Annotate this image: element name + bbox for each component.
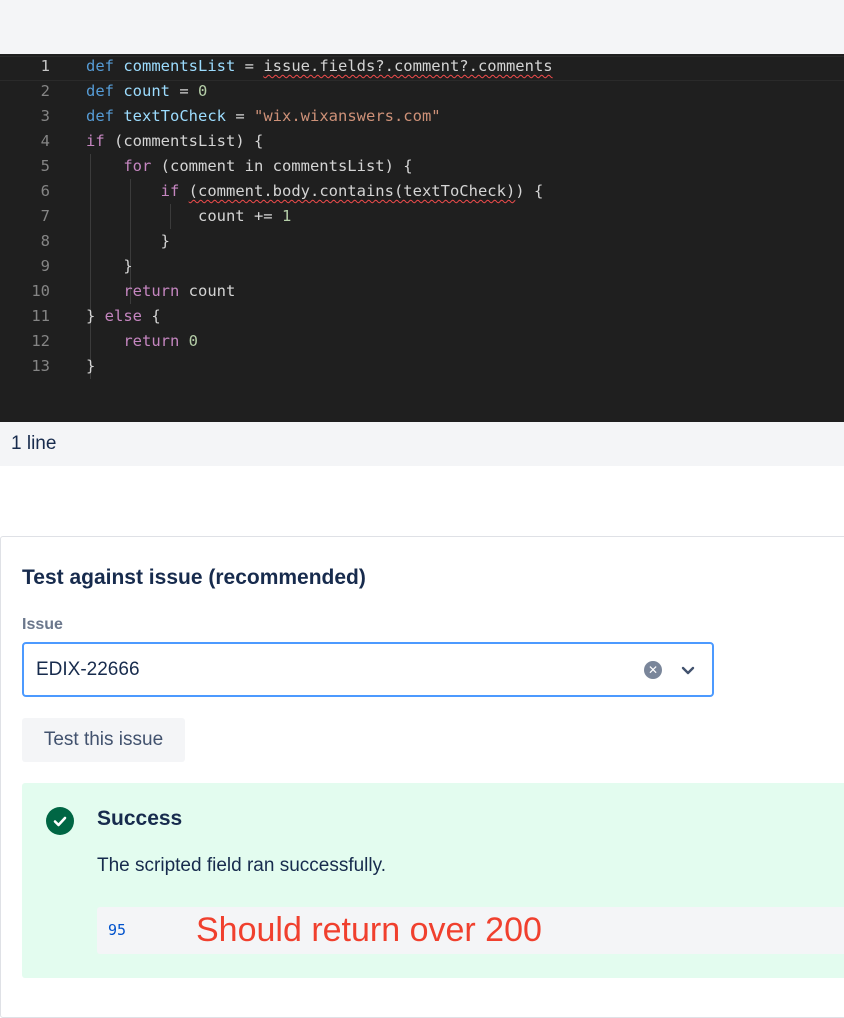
code-line[interactable]: 13} — [0, 354, 844, 379]
code-token: textToCheck — [123, 107, 226, 125]
line-number: 9 — [40, 257, 50, 275]
code-text[interactable]: if (comment.body.contains(textToCheck)) … — [86, 179, 544, 204]
code-line[interactable]: 3 def textToCheck = "wix.wixanswers.com" — [0, 104, 844, 129]
code-token: = — [226, 107, 254, 125]
line-number: 10 — [31, 282, 50, 300]
code-token: commentsList — [123, 57, 236, 75]
code-token: 1 — [281, 207, 292, 225]
code-token: def — [86, 107, 114, 125]
line-number: 13 — [31, 357, 50, 375]
code-token: } — [86, 232, 170, 250]
code-line[interactable]: 8 } — [0, 229, 844, 254]
line-number: 5 — [40, 157, 50, 175]
panel-title: Test against issue (recommended) — [22, 566, 366, 589]
success-description: The scripted field ran successfully. — [97, 855, 386, 876]
annotation-text: Should return over 200 — [196, 911, 542, 949]
code-token: count — [179, 282, 236, 300]
code-token: return — [123, 282, 180, 300]
code-token: 0 — [188, 332, 199, 350]
code-token: if — [86, 132, 105, 150]
code-text[interactable]: def count = 0 — [86, 79, 207, 104]
line-number: 7 — [40, 207, 50, 225]
code-token: def — [86, 57, 114, 75]
code-token: 0 — [198, 82, 208, 100]
code-text[interactable]: def textToCheck = "wix.wixanswers.com" — [86, 104, 441, 129]
line-number: 1 — [40, 57, 50, 75]
code-token: { — [142, 307, 161, 325]
code-line[interactable]: 6 if (comment.body.contains(textToCheck)… — [0, 179, 844, 204]
code-editor[interactable]: 1 def commentsList = issue.fields?.commen… — [0, 54, 844, 422]
code-text[interactable]: if (commentsList) { — [86, 129, 263, 154]
code-token: } — [86, 307, 105, 325]
code-text[interactable]: } else { — [86, 304, 161, 329]
code-text[interactable]: } — [86, 354, 95, 379]
code-line[interactable]: 4 if (commentsList) { — [0, 129, 844, 154]
code-line[interactable]: 7 count += 1 — [0, 204, 844, 229]
line-number: 12 — [31, 332, 50, 350]
code-token: def — [86, 82, 114, 100]
code-token: ) { — [515, 182, 544, 200]
issue-select[interactable]: EDIX-22666 ✕ — [22, 642, 714, 697]
code-line[interactable]: 12 return 0 — [0, 329, 844, 354]
code-text[interactable]: return 0 — [86, 329, 198, 354]
code-token: (comment.body.contains(textToCheck) — [188, 182, 516, 200]
line-number: 2 — [40, 82, 50, 100]
issue-field-label: Issue — [22, 616, 63, 633]
test-this-issue-button[interactable]: Test this issue — [22, 718, 185, 762]
code-token: for — [123, 157, 152, 175]
code-token: = — [170, 82, 199, 100]
code-token: (commentsList) { — [104, 132, 264, 150]
line-number: 4 — [40, 132, 50, 150]
line-number: 8 — [40, 232, 50, 250]
line-number: 6 — [40, 182, 50, 200]
code-token: issue.fields?.comment?.comments — [263, 57, 553, 75]
code-line[interactable]: 10 return count — [0, 279, 844, 304]
chevron-down-icon[interactable] — [679, 661, 697, 679]
code-token: (comment in commentsList) { — [151, 157, 413, 175]
code-line[interactable]: 2 def count = 0 — [0, 79, 844, 104]
line-number: 11 — [31, 307, 50, 325]
code-line[interactable]: 9 } — [0, 254, 844, 279]
code-line[interactable]: 11} else { — [0, 304, 844, 329]
success-message-box: Success The scripted field ran successfu… — [22, 783, 844, 978]
success-title: Success — [97, 807, 183, 830]
code-token: count — [123, 82, 171, 100]
code-token: return — [123, 332, 180, 350]
code-text[interactable]: def commentsList = issue.fields?.comment… — [86, 54, 553, 79]
line-count-label: 1 line — [11, 433, 57, 454]
issue-select-value[interactable]: EDIX-22666 — [36, 644, 140, 695]
clear-icon[interactable]: ✕ — [644, 661, 662, 679]
code-token: if — [160, 182, 180, 200]
code-token: = — [235, 57, 264, 75]
code-token: } — [86, 357, 96, 375]
code-token: } — [86, 257, 133, 275]
result-output: 95 Should return over 200 — [97, 907, 844, 954]
check-circle-icon — [46, 807, 74, 835]
line-number: 3 — [40, 107, 50, 125]
code-text[interactable]: count += 1 — [86, 204, 291, 229]
code-text[interactable]: return count — [86, 279, 235, 304]
code-token: count += — [86, 207, 282, 225]
code-token: else — [104, 307, 142, 325]
code-text[interactable]: } — [86, 229, 170, 254]
code-text[interactable]: } — [86, 254, 133, 279]
result-value: 95 — [108, 921, 127, 939]
code-text[interactable]: for (comment in commentsList) { — [86, 154, 413, 179]
code-line[interactable]: 1 def commentsList = issue.fields?.commen… — [0, 54, 844, 79]
code-token: "wix.wixanswers.com" — [254, 107, 441, 125]
code-line[interactable]: 5 for (comment in commentsList) { — [0, 154, 844, 179]
